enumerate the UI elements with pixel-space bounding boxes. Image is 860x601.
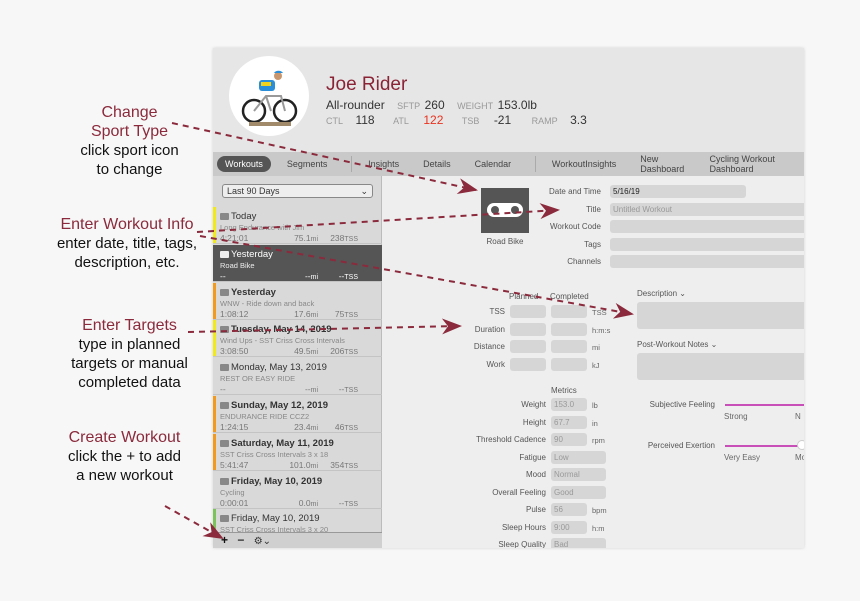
arrow-targets bbox=[187, 318, 462, 335]
arrow-sport-type bbox=[171, 122, 478, 194]
arrow-add-workout bbox=[164, 505, 224, 539]
annotation-arrows bbox=[164, 122, 634, 539]
arrow-description bbox=[199, 235, 634, 319]
arrow-workout-title bbox=[196, 203, 560, 233]
